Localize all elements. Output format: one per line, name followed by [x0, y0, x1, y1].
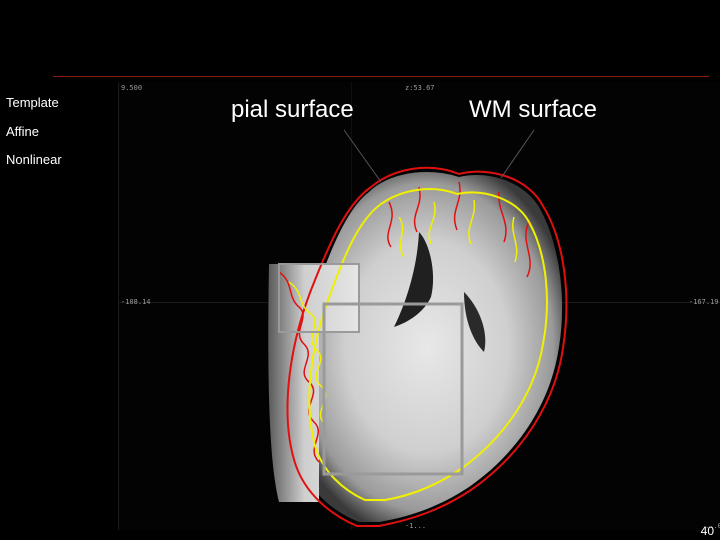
menu-item-nonlinear[interactable]: Nonlinear [6, 151, 62, 180]
title-rule [53, 76, 709, 77]
menu-item-affine[interactable]: Affine [6, 123, 62, 152]
pial-surface-label: pial surface [231, 96, 354, 123]
slide-number: 40 [700, 524, 714, 538]
wm-surface-label: WM surface [469, 96, 598, 123]
brain-body [291, 172, 563, 522]
brain-slice-image [268, 129, 568, 527]
mri-viewer[interactable]: 9.500 z:53.67 -108.14 -167.19 -1... ...0… [118, 82, 720, 530]
menu-item-template[interactable]: Template [6, 94, 62, 123]
side-menu: Template Affine Nonlinear [6, 94, 62, 180]
